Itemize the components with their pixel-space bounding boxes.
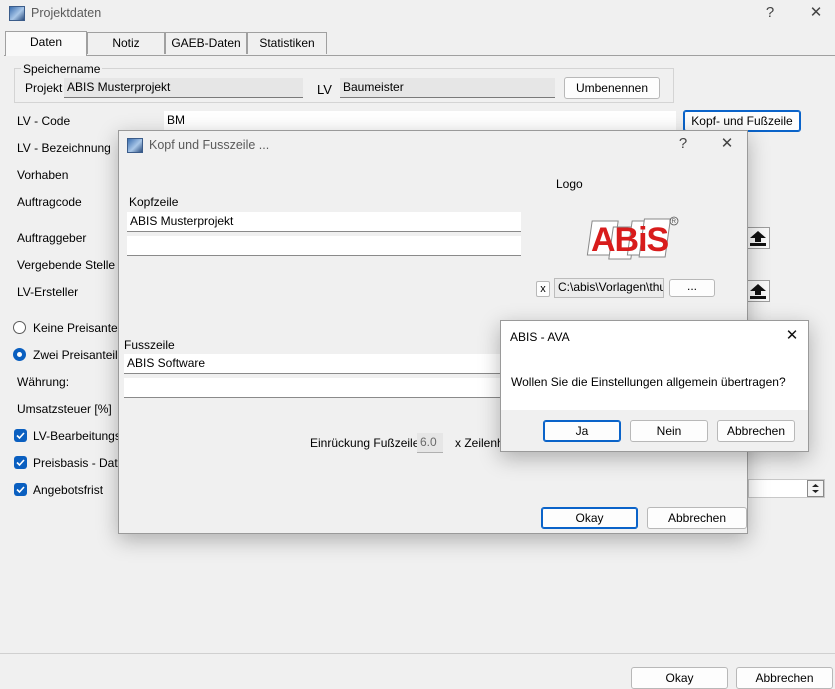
logo-text: ABiS: [591, 221, 669, 259]
checkmark-icon: [16, 486, 25, 494]
checkbox-angebotsfrist[interactable]: [14, 483, 27, 496]
fusszeile-label: Fusszeile: [124, 338, 175, 352]
lv-label: LV: [317, 82, 332, 97]
header-footer-cancel-button[interactable]: Abbrechen: [647, 507, 747, 529]
confirm-dialog-title: ABIS - AVA: [510, 330, 570, 344]
checkmark-icon: [16, 459, 25, 467]
vorhaben-label: Vorhaben: [17, 168, 69, 182]
kopfzeile-line2-input[interactable]: [127, 236, 521, 256]
lv-code-label: LV - Code: [17, 114, 71, 128]
lv-code-field[interactable]: BM: [164, 111, 676, 131]
checkbox-preisbasis-datum[interactable]: [14, 456, 27, 469]
header-footer-dialog-title: Kopf und Fusszeile ...: [149, 138, 270, 152]
speichername-label: Speichername: [21, 62, 103, 76]
tab-gaeb-daten[interactable]: GAEB-Daten: [165, 32, 247, 54]
upload-icon: [750, 284, 766, 299]
auftragcode-label: Auftragcode: [17, 195, 82, 209]
confirm-dialog: ABIS - AVA ✕ Wollen Sie die Einstellunge…: [500, 320, 809, 452]
projekt-label: Projekt: [25, 81, 63, 95]
app-icon: [9, 6, 25, 21]
waehrung-label: Währung:: [17, 375, 70, 389]
radio-keine-preisanteile-label: Keine Preisanteile: [33, 321, 130, 335]
confirm-yes-button[interactable]: Ja: [543, 420, 621, 442]
lv-ersteller-label: LV-Ersteller: [17, 285, 79, 299]
confirm-no-button[interactable]: Nein: [630, 420, 708, 442]
vergebende-stelle-label: Vergebende Stelle: [17, 258, 116, 272]
tab-strip-line: [4, 55, 835, 56]
logo-registered-mark: R: [672, 219, 677, 225]
logo-path-field[interactable]: C:\abis\Vorlagen\thun: [554, 278, 664, 298]
checkbox-lv-bearbeitungsstand[interactable]: [14, 429, 27, 442]
bottom-separator: [0, 653, 835, 654]
header-footer-close-icon[interactable]: ✕: [707, 131, 747, 157]
tab-statistiken[interactable]: Statistiken: [247, 32, 327, 54]
umsatzsteuer-label: Umsatzsteuer [%]: [17, 402, 112, 416]
abis-logo: ABiS R: [585, 215, 681, 263]
zeilenhoehe-label: x Zeilenh: [455, 436, 504, 450]
logo-clear-button[interactable]: x: [536, 281, 550, 297]
tab-notiz[interactable]: Notiz: [87, 32, 165, 54]
rename-button[interactable]: Umbenennen: [564, 77, 660, 99]
confirm-cancel-button[interactable]: Abbrechen: [717, 420, 795, 442]
lv-ersteller-upload-button[interactable]: [746, 280, 770, 302]
confirm-close-icon[interactable]: ✕: [775, 323, 809, 349]
main-cancel-button[interactable]: Abbrechen: [736, 667, 833, 689]
einrueckung-field[interactable]: 6.0: [417, 433, 443, 453]
spin-arrows-icon: [812, 484, 819, 493]
auftraggeber-upload-button[interactable]: [746, 227, 770, 249]
abis-logo-icon: ABiS R: [586, 216, 679, 260]
tab-daten[interactable]: Daten: [5, 31, 87, 56]
checkbox-angebotsfrist-label: Angebotsfrist: [33, 483, 104, 497]
help-button[interactable]: ?: [750, 0, 790, 26]
window-title: Projektdaten: [31, 6, 102, 20]
spinner-button[interactable]: [807, 480, 824, 497]
auftraggeber-label: Auftraggeber: [17, 231, 87, 245]
kopfzeile-label: Kopfzeile: [129, 195, 179, 209]
radio-zwei-preisanteile[interactable]: [13, 348, 26, 361]
confirm-message: Wollen Sie die Einstellungen allgemein ü…: [511, 375, 786, 389]
radio-zwei-preisanteile-label: Zwei Preisanteile: [33, 348, 125, 362]
main-ok-button[interactable]: Okay: [631, 667, 728, 689]
einrueckung-label: Einrückung Fußzeile :: [310, 436, 427, 450]
header-footer-button[interactable]: Kopf- und Fußzeile: [683, 110, 801, 132]
logo-browse-button[interactable]: ...: [669, 279, 715, 297]
checkbox-lv-bearbeitungsstand-label: LV-Bearbeitungsst: [33, 429, 131, 443]
upload-icon: [750, 231, 766, 246]
lv-field[interactable]: Baumeister: [340, 78, 555, 98]
lv-bezeichnung-label: LV - Bezeichnung: [17, 141, 111, 155]
dialog-icon: [127, 138, 143, 153]
fusszeile-line2-input[interactable]: [124, 378, 509, 398]
radio-keine-preisanteile[interactable]: [13, 321, 26, 334]
kopfzeile-line1-input[interactable]: ABIS Musterprojekt: [127, 212, 521, 232]
checkmark-icon: [16, 432, 25, 440]
fusszeile-line1-input[interactable]: ABIS Software: [124, 354, 509, 374]
close-icon[interactable]: ✕: [796, 0, 835, 26]
header-footer-help-button[interactable]: ?: [663, 131, 703, 157]
logo-label: Logo: [556, 177, 583, 191]
header-footer-ok-button[interactable]: Okay: [541, 507, 638, 529]
projekt-field[interactable]: ABIS Musterprojekt: [64, 78, 303, 98]
